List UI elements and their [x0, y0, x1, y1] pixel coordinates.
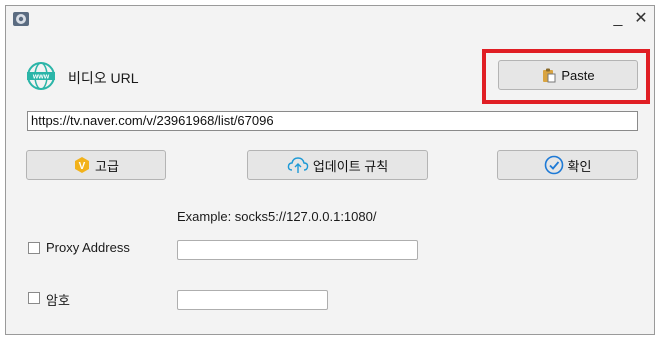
video-url-label: 비디오 URL	[68, 70, 139, 86]
advanced-button[interactable]: V 고급	[26, 150, 166, 180]
highlight-box	[482, 49, 650, 104]
globe-icon: www	[26, 61, 56, 91]
svg-text:V: V	[79, 161, 86, 172]
password-label: 암호	[46, 293, 70, 308]
app-window: _ ✕ www 비디오 URL Paste https://tv.naver.c…	[5, 5, 655, 335]
app-icon	[11, 9, 31, 29]
proxy-address-input[interactable]	[177, 240, 418, 260]
check-circle-icon	[544, 155, 564, 175]
v-badge-icon: V	[73, 156, 91, 174]
confirm-label: 확인	[567, 158, 592, 174]
proxy-example-text: Example: socks5://127.0.0.1:1080/	[177, 209, 377, 224]
close-button[interactable]: ✕	[630, 8, 652, 30]
confirm-button[interactable]: 확인	[497, 150, 638, 180]
video-url-input[interactable]: https://tv.naver.com/v/23961968/list/670…	[27, 111, 638, 131]
svg-text:www: www	[32, 74, 50, 81]
cloud-upload-icon	[287, 156, 309, 174]
update-rules-label: 업데이트 규칙	[312, 158, 389, 174]
minimize-button[interactable]: _	[607, 8, 629, 30]
update-rules-button[interactable]: 업데이트 규칙	[247, 150, 428, 180]
proxy-address-label: Proxy Address	[46, 240, 130, 255]
password-checkbox[interactable]	[28, 292, 40, 304]
proxy-checkbox[interactable]	[28, 242, 40, 254]
password-input[interactable]	[177, 290, 328, 310]
advanced-label: 고급	[95, 158, 119, 174]
title-bar: _ ✕	[6, 6, 654, 34]
